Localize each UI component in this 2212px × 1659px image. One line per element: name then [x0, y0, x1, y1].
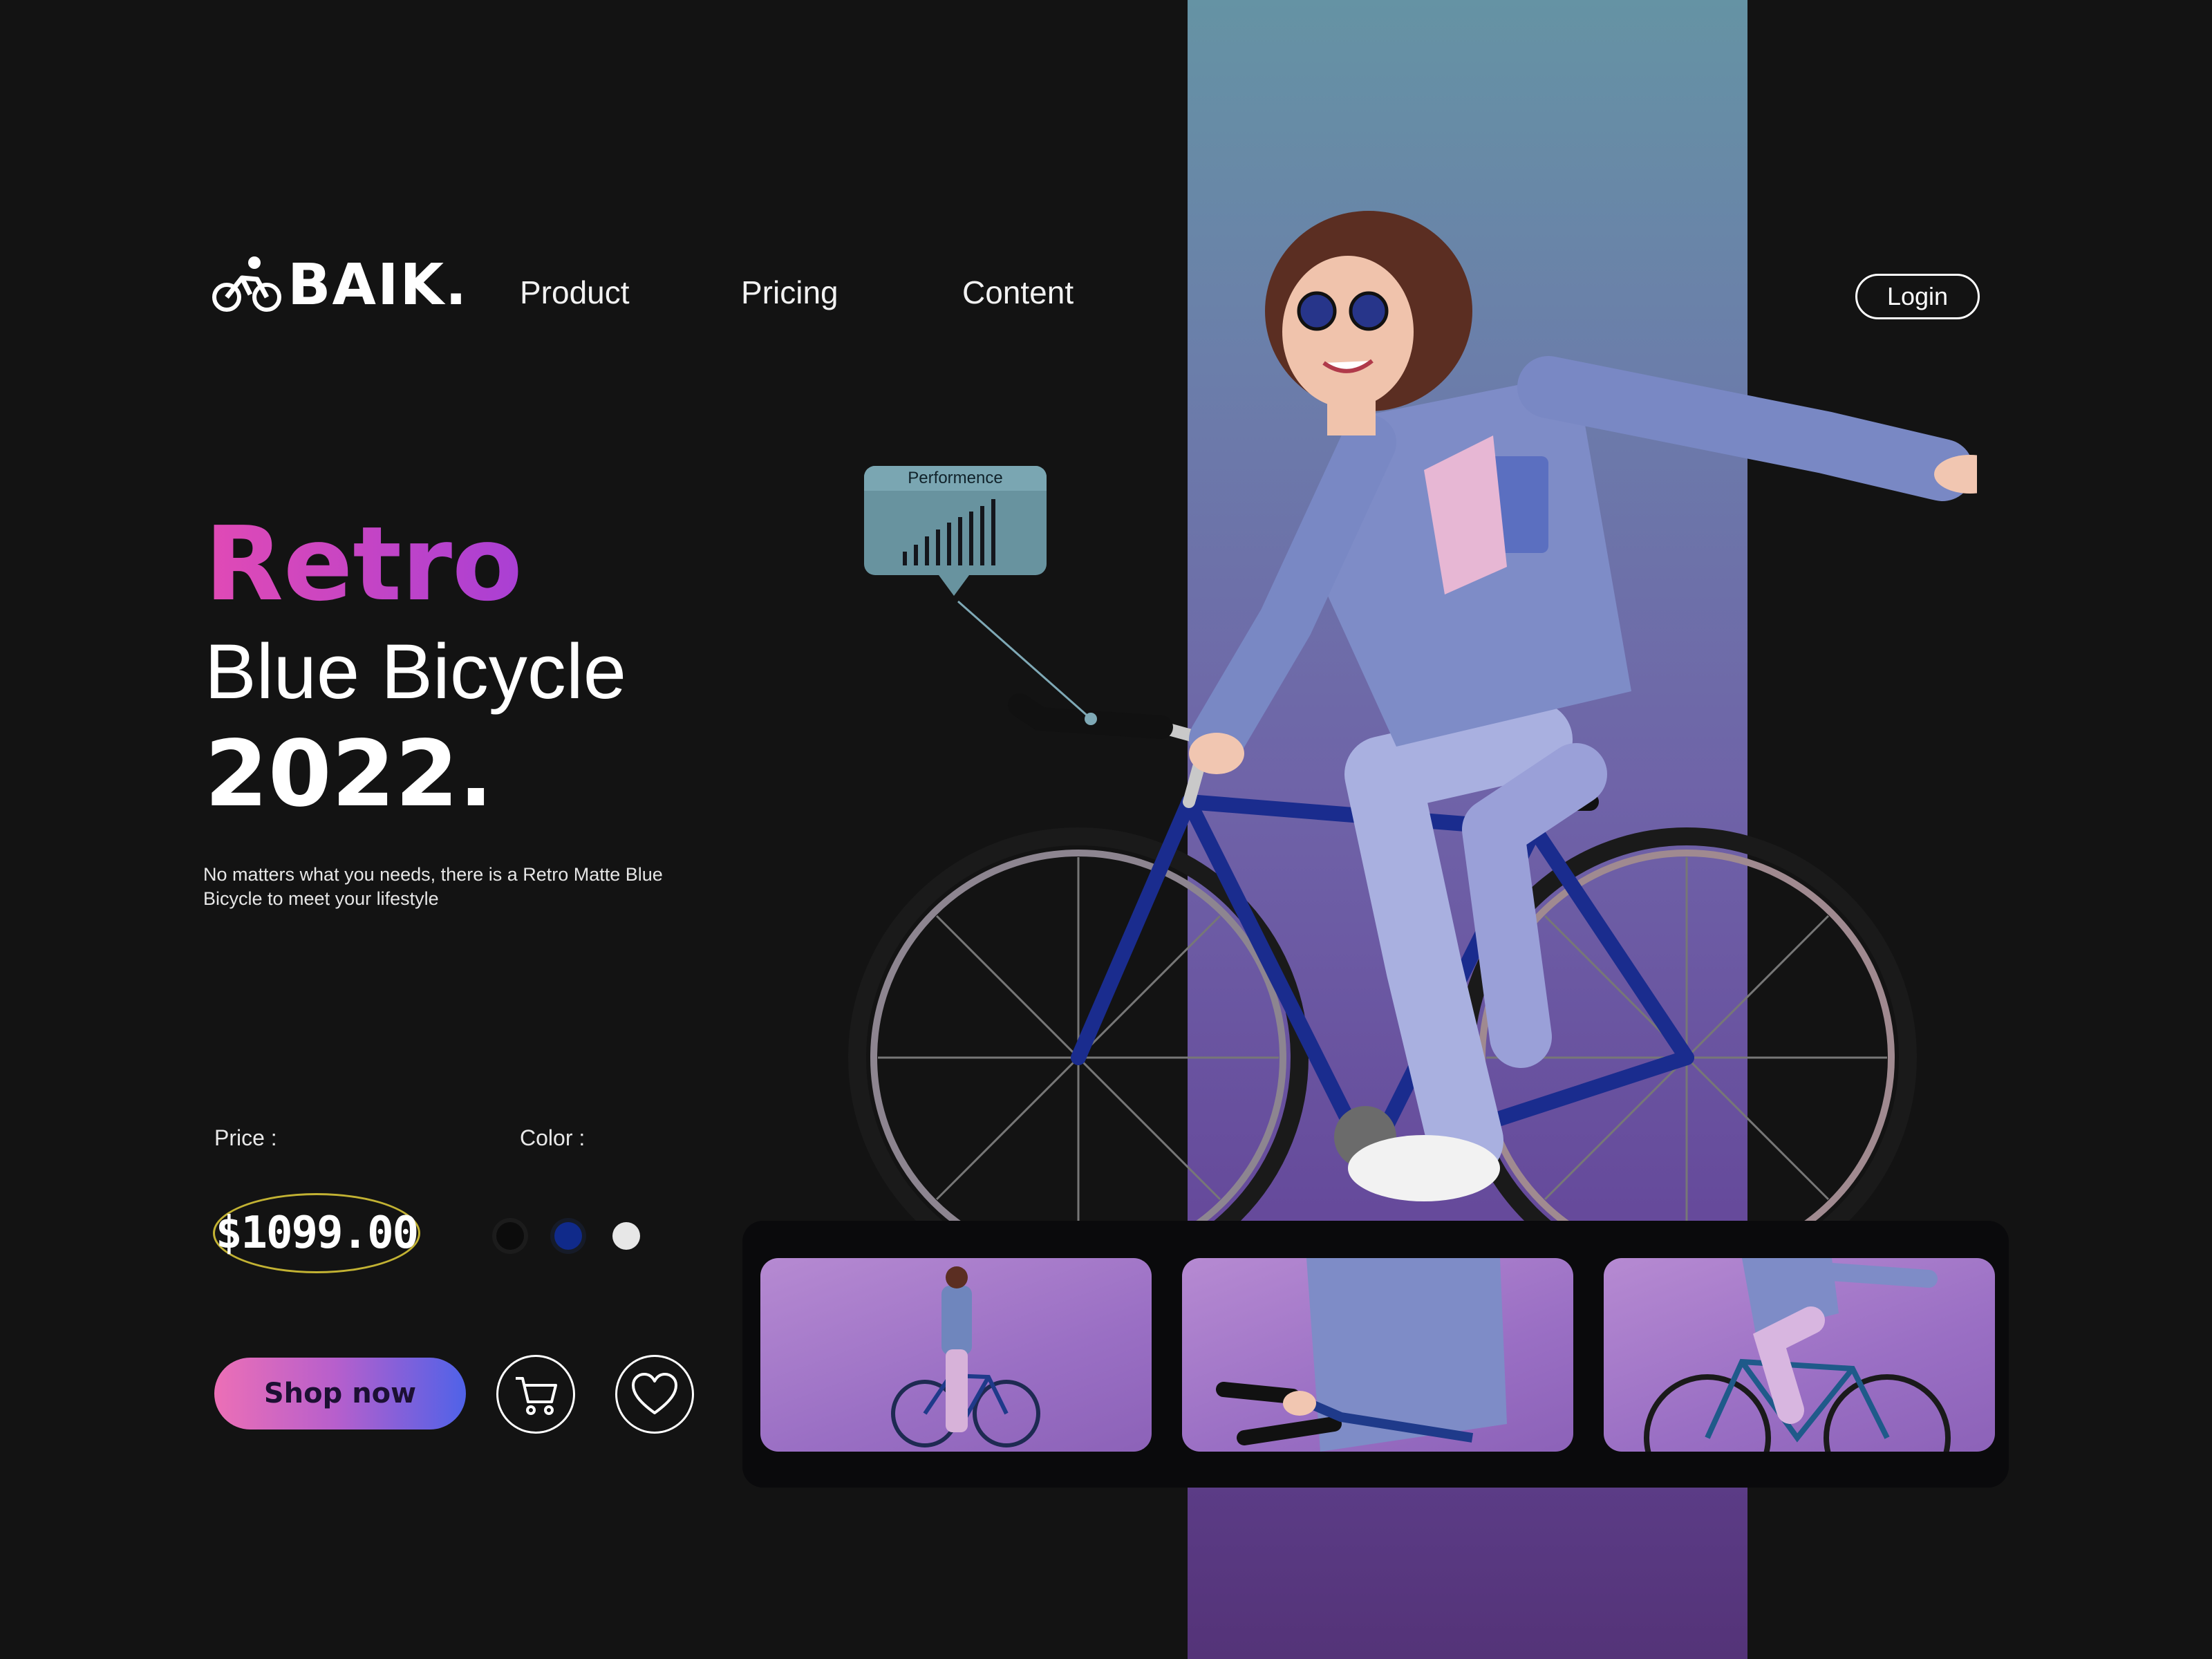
- gallery-thumbnail-2[interactable]: [1182, 1258, 1573, 1452]
- color-swatch-white[interactable]: [612, 1222, 640, 1250]
- price-label: Price :: [214, 1125, 277, 1150]
- hero-description: No matters what you needs, there is a Re…: [203, 864, 663, 909]
- hero-title-year: 2022.: [205, 721, 494, 827]
- price-value: $1099.00: [213, 1193, 420, 1273]
- side-ride-image: [1644, 1258, 1951, 1452]
- gallery-thumbnail-1[interactable]: [760, 1258, 1152, 1452]
- gallery-thumbnail-3[interactable]: [1604, 1258, 1995, 1452]
- shop-now-button[interactable]: Shop now: [214, 1358, 466, 1430]
- thumbnail-gallery: [742, 1221, 2009, 1488]
- signal-bars-icon: [903, 499, 995, 565]
- performance-label: Performence: [864, 466, 1047, 491]
- add-to-cart-button[interactable]: [496, 1355, 575, 1434]
- hero-title-main: Blue Bicycle: [205, 628, 627, 715]
- performance-tooltip: Performence: [864, 466, 1047, 575]
- riding-closeup-image: [1216, 1258, 1507, 1452]
- cart-icon: [516, 1377, 557, 1415]
- hero-title-accent: Retro: [205, 505, 523, 624]
- standing-with-bike-image: [891, 1266, 1040, 1447]
- wishlist-button[interactable]: [615, 1355, 694, 1434]
- color-swatch-blue[interactable]: [554, 1222, 582, 1250]
- color-label: Color :: [520, 1125, 585, 1150]
- cyclist-icon: [212, 256, 281, 312]
- brand-name: BAIK.: [288, 252, 469, 318]
- heart-icon: [632, 1373, 677, 1414]
- hero-cyclist-image: [848, 211, 1977, 1230]
- brand-logo[interactable]: BAIK.: [212, 254, 468, 317]
- nav-product[interactable]: Product: [520, 274, 630, 311]
- color-swatch-black[interactable]: [496, 1222, 524, 1250]
- performance-tooltip-pointer: [939, 575, 969, 596]
